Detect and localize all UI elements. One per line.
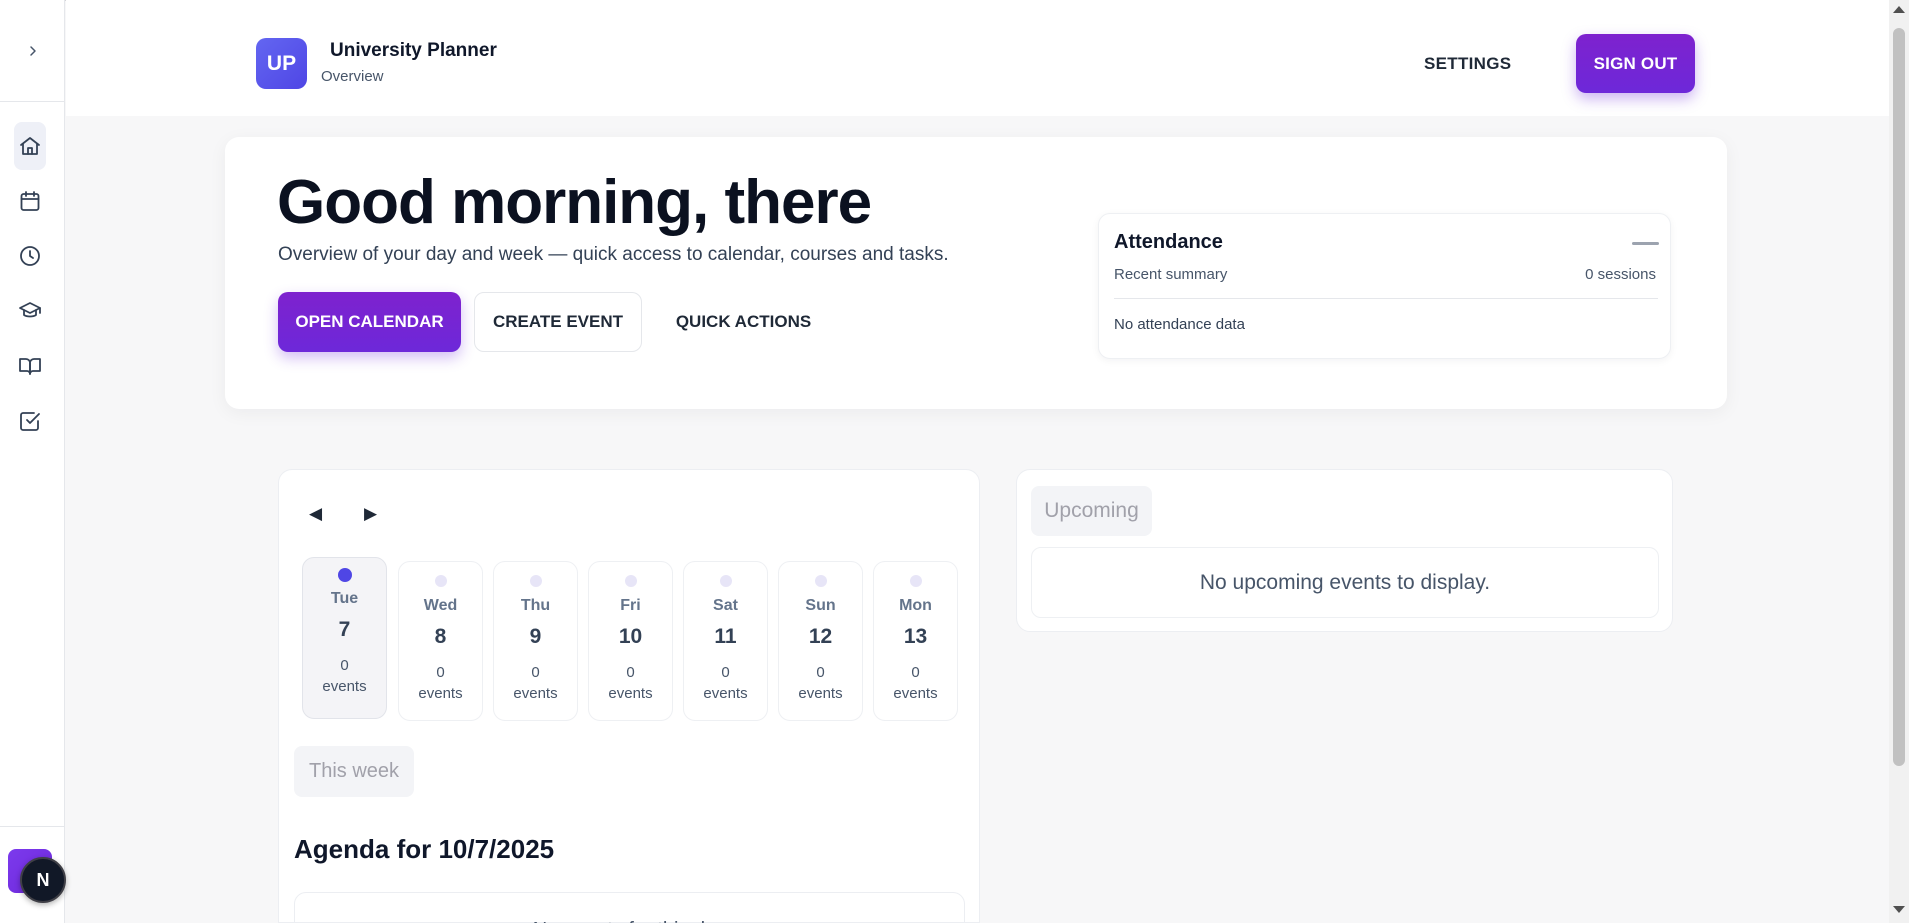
clock-icon <box>20 246 40 266</box>
sidebar-item-library[interactable] <box>14 342 46 390</box>
day-event-count: 0 events <box>513 664 558 702</box>
day-name: Sun <box>805 597 836 614</box>
attendance-recent-label: Recent summary <box>1114 266 1228 283</box>
day-number: 12 <box>808 625 833 648</box>
attendance-session-count: 0 sessions <box>1585 266 1656 283</box>
upcoming-empty-state: No upcoming events to display. <box>1031 547 1659 618</box>
week-card: ◀ ▶ Tue 7 0 events Wed 8 0 events Thu 9 0e… <box>278 469 980 923</box>
day-tile-thu[interactable]: Thu 9 0 events <box>493 561 578 721</box>
this-week-tag[interactable]: This week <box>294 746 414 797</box>
day-name: Thu <box>520 597 551 614</box>
greeting-heading: Good morning, there <box>277 168 872 237</box>
day-name: Fri <box>620 597 641 614</box>
prev-week-button[interactable]: ◀ <box>309 504 322 524</box>
app-logo[interactable]: UP <box>256 38 307 89</box>
day-dot-icon <box>814 575 827 587</box>
quick-actions-button[interactable]: QUICK ACTIONS <box>661 292 826 352</box>
day-dot-icon <box>529 575 542 587</box>
day-tile-mon[interactable]: Mon 13 0 events <box>873 561 958 721</box>
day-number: 13 <box>903 625 928 648</box>
day-tile-sat[interactable]: Sat 11 0 events <box>683 561 768 721</box>
day-tile-wed[interactable]: Wed 8 0 events <box>398 561 483 721</box>
sidebar-item-courses[interactable] <box>14 287 46 335</box>
day-event-count: 0 events <box>703 664 748 702</box>
day-name: Tue <box>330 590 359 607</box>
dev-tools-badge[interactable]: N <box>20 857 66 903</box>
day-number: 8 <box>434 625 447 648</box>
book-open-icon <box>19 358 41 375</box>
scroll-down-arrow-icon[interactable] <box>1893 906 1905 913</box>
day-event-count: 0 events <box>322 657 367 695</box>
badge-letter: N <box>36 869 50 890</box>
divider <box>1114 298 1658 299</box>
page-scrollbar[interactable] <box>1889 0 1909 923</box>
calendar-icon <box>20 191 40 211</box>
day-tile-tue[interactable]: Tue 7 0 events <box>302 557 387 719</box>
home-icon <box>20 137 40 155</box>
day-number: 7 <box>338 618 351 641</box>
today-dot-icon <box>337 568 352 582</box>
sidebar-item-calendar[interactable] <box>14 177 46 225</box>
attendance-empty-text: No attendance data <box>1114 316 1245 333</box>
upcoming-tag[interactable]: Upcoming <box>1031 486 1152 536</box>
open-calendar-button[interactable]: OPEN CALENDAR <box>278 292 461 352</box>
day-event-count: 0 events <box>798 664 843 702</box>
next-week-button[interactable]: ▶ <box>364 504 377 524</box>
overview-hero-card: Good morning, there Overview of your day… <box>225 137 1727 409</box>
graduation-cap-icon <box>19 302 41 318</box>
page-subtitle: Overview <box>321 68 384 85</box>
day-number: 10 <box>618 625 643 648</box>
day-dot-icon <box>909 575 922 587</box>
day-name: Sat <box>713 597 738 614</box>
logo-text: UP <box>266 51 297 75</box>
day-event-count: 0 events <box>893 664 938 702</box>
top-header: UP University Planner Overview SETTINGS … <box>66 0 1889 116</box>
day-dot-icon <box>624 575 637 587</box>
sidebar-toggle[interactable] <box>0 0 65 102</box>
app-title: University Planner <box>330 40 497 61</box>
agenda-empty-state: No events for this day <box>294 892 965 923</box>
collapse-icon[interactable] <box>1632 242 1659 245</box>
day-name: Mon <box>899 597 932 614</box>
day-dot-icon <box>434 575 447 587</box>
scrollbar-thumb[interactable] <box>1893 28 1905 766</box>
day-number: 9 <box>529 625 542 648</box>
chevron-right-icon <box>29 45 36 56</box>
day-number: 11 <box>714 625 737 648</box>
attendance-card: Attendance Recent summary 0 sessions No … <box>1098 213 1671 359</box>
scroll-up-arrow-icon[interactable] <box>1893 6 1905 13</box>
day-event-count: 0 events <box>418 664 463 702</box>
day-tile-fri[interactable]: Fri 10 0 events <box>588 561 673 721</box>
agenda-heading: Agenda for 10/7/2025 <box>294 834 555 864</box>
day-name: Wed <box>423 597 458 614</box>
sidebar-footer: N <box>0 826 66 923</box>
settings-button[interactable]: SETTINGS <box>1424 48 1511 80</box>
sidebar-item-home[interactable] <box>14 122 46 170</box>
check-square-icon <box>20 412 40 431</box>
day-tile-sun[interactable]: Sun 12 0 events <box>778 561 863 721</box>
day-event-count: 0 events <box>608 664 653 702</box>
create-event-button[interactable]: CREATE EVENT <box>474 292 642 352</box>
sidebar-nav <box>0 122 65 452</box>
day-dot-icon <box>719 575 732 587</box>
sidebar: N <box>0 0 66 923</box>
sign-out-button[interactable]: SIGN OUT <box>1576 34 1695 93</box>
hero-subtitle: Overview of your day and week — quick ac… <box>278 244 949 265</box>
attendance-title: Attendance <box>1114 231 1223 253</box>
sidebar-item-tasks[interactable] <box>14 397 46 445</box>
sidebar-item-schedule[interactable] <box>14 232 46 280</box>
upcoming-card: Upcoming No upcoming events to display. <box>1016 469 1673 632</box>
